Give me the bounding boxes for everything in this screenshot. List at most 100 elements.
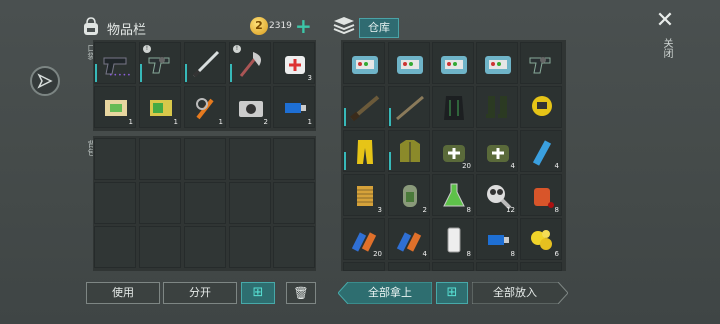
- lock-badge-icon: !: [143, 45, 151, 53]
- navigation-compass-button[interactable]: [30, 66, 60, 96]
- phone-icon: [447, 227, 461, 253]
- item-count: 6: [554, 250, 559, 258]
- coin-icon: 2: [250, 17, 268, 35]
- warehouse-slot[interactable]: 4: [388, 218, 430, 260]
- trash-icon[interactable]: 🗑: [286, 282, 316, 304]
- warehouse-slot[interactable]: 4: [520, 130, 562, 172]
- toolbox-icon: [397, 56, 423, 74]
- warehouse-slot[interactable]: 20: [343, 218, 385, 260]
- use-button[interactable]: 使用: [86, 282, 160, 304]
- backpack-slot[interactable]: [139, 226, 181, 268]
- canteen-icon: [403, 185, 417, 207]
- warehouse-slot[interactable]: [476, 262, 518, 271]
- warehouse-slot[interactable]: 12: [476, 174, 518, 216]
- backpack-slot[interactable]: [273, 226, 315, 268]
- pocket-slot[interactable]: !: [229, 42, 271, 84]
- warehouse-slot[interactable]: 20: [432, 130, 474, 172]
- warehouse-slot[interactable]: [388, 130, 430, 172]
- warehouse-slot[interactable]: 8: [432, 218, 474, 260]
- backpack-slot[interactable]: [229, 138, 271, 180]
- pocket-slot[interactable]: !: [139, 42, 181, 84]
- equipped-indicator: [389, 152, 391, 170]
- tab-warehouse[interactable]: 仓库: [359, 18, 399, 38]
- battery-cell-icon: [396, 232, 422, 252]
- warehouse-slot[interactable]: [520, 262, 562, 271]
- revolver-icon: [148, 57, 170, 74]
- warehouse-sort-icon[interactable]: ⊞: [436, 282, 468, 304]
- hazmat-jacket-icon: [400, 140, 420, 162]
- warehouse-slot[interactable]: [343, 86, 385, 128]
- equipped-indicator: [230, 64, 232, 82]
- backpack-slot[interactable]: [273, 182, 315, 224]
- boots-icon: [486, 96, 507, 118]
- warehouse-slot[interactable]: [388, 262, 430, 271]
- take-all-button[interactable]: 全部拿上: [337, 281, 433, 305]
- usb-drive-icon: [488, 235, 509, 245]
- armor-black-icon: [444, 96, 464, 120]
- warehouse-slot[interactable]: [520, 42, 562, 84]
- backpack-slot[interactable]: [139, 138, 181, 180]
- revolver-icon: [529, 57, 551, 74]
- split-button[interactable]: 分开: [163, 282, 237, 304]
- warehouse-slot[interactable]: [476, 42, 518, 84]
- warehouse-slot[interactable]: [432, 42, 474, 84]
- warehouse-slot[interactable]: 3: [343, 174, 385, 216]
- warehouse-slot[interactable]: [388, 86, 430, 128]
- warehouse-slot[interactable]: [343, 130, 385, 172]
- item-count: 8: [554, 206, 559, 214]
- item-count: 20: [373, 250, 382, 258]
- pocket-slot[interactable]: 1: [273, 86, 315, 128]
- warehouse-slot[interactable]: 6: [520, 218, 562, 260]
- pocket-slot[interactable]: 1: [139, 86, 181, 128]
- warehouse-slot[interactable]: 8: [520, 174, 562, 216]
- backpack-slot[interactable]: [184, 138, 226, 180]
- warehouse-slot[interactable]: [343, 42, 385, 84]
- medkit-icon: [285, 56, 305, 74]
- pocket-slot[interactable]: 3: [273, 42, 315, 84]
- toolbox-icon: [485, 56, 511, 74]
- backpack-icon: [84, 17, 98, 35]
- water-bottle-icon: [532, 140, 552, 166]
- close-icon[interactable]: ✕: [655, 10, 675, 32]
- katana-icon: [192, 50, 220, 78]
- equipped-indicator: [389, 108, 391, 126]
- warehouse-slot[interactable]: [388, 42, 430, 84]
- take-all-label: 全部拿上: [368, 286, 412, 299]
- warehouse-slot[interactable]: [343, 262, 385, 271]
- warehouse-slot[interactable]: 8: [432, 174, 474, 216]
- rifle-icon: [350, 95, 380, 122]
- backpack-slot[interactable]: [229, 226, 271, 268]
- pocket-slot[interactable]: 1: [94, 86, 136, 128]
- jar-berries-icon: [534, 188, 554, 208]
- warehouse-slot[interactable]: 8: [476, 218, 518, 260]
- add-coins-button[interactable]: +: [295, 15, 312, 37]
- warehouse-slot[interactable]: 2: [388, 174, 430, 216]
- warehouse-slot[interactable]: 4: [476, 130, 518, 172]
- backpack-slot[interactable]: [273, 138, 315, 180]
- item-count: 20: [462, 162, 471, 170]
- pocket-slot[interactable]: 2: [229, 86, 271, 128]
- sort-icon[interactable]: ⊞: [241, 282, 275, 304]
- warehouse-slot[interactable]: [432, 86, 474, 128]
- backpack-slot[interactable]: [139, 182, 181, 224]
- backpack-slot[interactable]: [94, 138, 136, 180]
- toolbox-icon: [441, 56, 467, 74]
- pocket-slot[interactable]: •••••: [94, 42, 136, 84]
- backpack-slot[interactable]: [94, 226, 136, 268]
- backpack-slot[interactable]: [229, 182, 271, 224]
- pocket-slot[interactable]: 1: [184, 86, 226, 128]
- item-count: 1: [307, 118, 312, 126]
- pocket-slot[interactable]: [184, 42, 226, 84]
- item-count: 8: [466, 250, 471, 258]
- camera-icon: [239, 101, 263, 117]
- item-count: 1: [173, 118, 178, 126]
- warehouse-slot[interactable]: [520, 86, 562, 128]
- battery-icon: [150, 100, 172, 116]
- backpack-slot[interactable]: [184, 182, 226, 224]
- backpack-slot[interactable]: [94, 182, 136, 224]
- item-count: 3: [307, 74, 312, 82]
- warehouse-slot[interactable]: [476, 86, 518, 128]
- put-all-button[interactable]: 全部放入: [471, 281, 569, 305]
- backpack-slot[interactable]: [184, 226, 226, 268]
- warehouse-slot[interactable]: [432, 262, 474, 271]
